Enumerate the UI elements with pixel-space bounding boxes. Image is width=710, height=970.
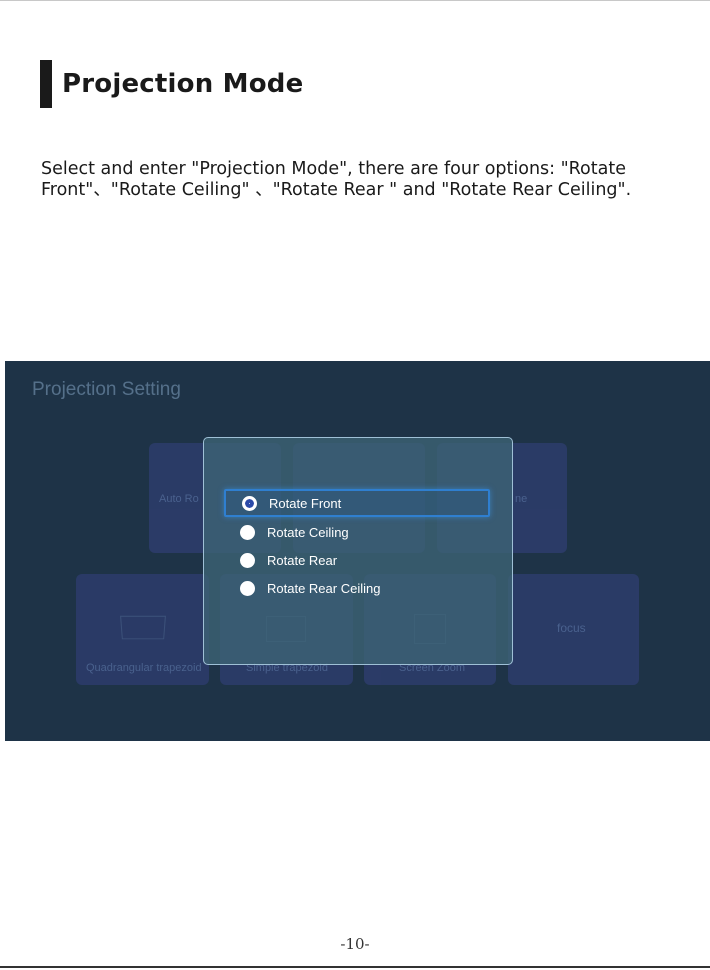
projection-mode-dialog: Rotate Front Rotate Ceiling Rotate Rear … [203, 437, 513, 665]
page-number: -10- [340, 935, 370, 953]
radio-checked-icon [242, 495, 257, 511]
option-rotate-rear-ceiling[interactable]: Rotate Rear Ceiling [224, 574, 490, 602]
screen-title: Projection Setting [32, 379, 181, 400]
bottom-rule [0, 966, 710, 968]
heading-accent-bar [40, 60, 52, 108]
option-rotate-front[interactable]: Rotate Front [224, 489, 490, 517]
option-label: Rotate Front [269, 495, 342, 511]
tile-auto-rotate-label: Auto Ro [159, 493, 199, 505]
radio-unchecked-icon [240, 580, 255, 596]
projection-setting-screen: Projection Setting Auto Ro ne Quadrangul… [5, 361, 710, 741]
option-rotate-rear[interactable]: Rotate Rear [224, 546, 490, 574]
radio-unchecked-icon [240, 524, 255, 540]
radio-unchecked-icon [240, 552, 255, 568]
tile-quadrangular-trapezoid[interactable]: Quadrangular trapezoid [76, 574, 209, 685]
tile-focus[interactable]: focus [508, 574, 639, 685]
top-rule [0, 0, 710, 1]
description-text: Select and enter "Projection Mode", ther… [41, 159, 632, 200]
trapezoid-icon [120, 615, 166, 640]
option-rotate-ceiling[interactable]: Rotate Ceiling [224, 518, 490, 546]
tile-focus-label: focus [557, 621, 586, 635]
tile-top-right-label: ne [515, 493, 528, 505]
page-title: Projection Mode [62, 69, 304, 99]
option-label: Rotate Rear [267, 552, 338, 568]
section-heading: Projection Mode [40, 60, 303, 108]
tile-quadrangular-label: Quadrangular trapezoid [86, 662, 202, 674]
option-label: Rotate Ceiling [267, 524, 349, 540]
option-label: Rotate Rear Ceiling [267, 580, 381, 596]
